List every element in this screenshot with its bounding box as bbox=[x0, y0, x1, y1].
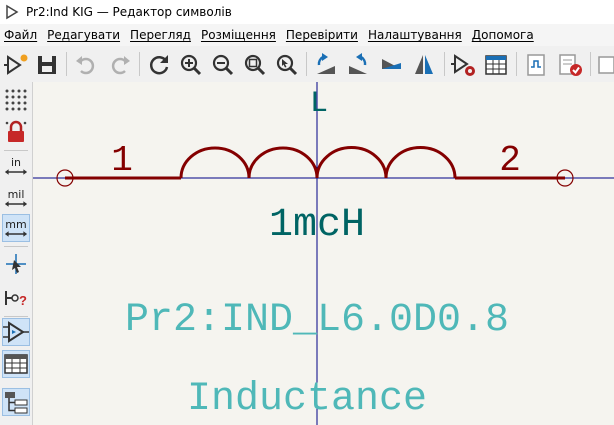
preview-icon[interactable] bbox=[522, 51, 550, 79]
hierarchy-icon[interactable] bbox=[2, 388, 30, 416]
menu-help[interactable]: Допомога bbox=[472, 28, 534, 42]
symbol-canvas[interactable]: 1 2 L 1mcH Pr2:IND_L6.0D0.8 Inductance bbox=[33, 82, 614, 425]
table-icon[interactable] bbox=[2, 350, 30, 378]
symbol-properties-icon[interactable] bbox=[450, 51, 478, 79]
undo-icon[interactable] bbox=[72, 51, 100, 79]
menu-bar: Файл Редагувати Перегляд Розміщення Пере… bbox=[0, 24, 614, 46]
footprint-field: Pr2:IND_L6.0D0.8 bbox=[125, 298, 509, 343]
menu-preferences[interactable]: Налаштування bbox=[368, 28, 462, 42]
canvas-drawing: 1 2 L 1mcH Pr2:IND_L6.0D0.8 Inductance bbox=[33, 82, 614, 425]
zoom-in-icon[interactable] bbox=[177, 51, 205, 79]
description-field: Inductance bbox=[187, 377, 427, 422]
units-mm-icon[interactable]: mm bbox=[2, 214, 30, 242]
save-icon[interactable] bbox=[33, 51, 61, 79]
redo-icon[interactable] bbox=[106, 51, 134, 79]
window-title: Pr2:Ind KIG — Редактор символів bbox=[26, 5, 232, 19]
new-symbol-icon[interactable] bbox=[3, 51, 31, 79]
refresh-icon[interactable] bbox=[145, 51, 173, 79]
show-electrical-icon[interactable] bbox=[2, 318, 30, 346]
cursor-icon[interactable] bbox=[2, 250, 30, 278]
menu-place[interactable]: Розміщення bbox=[201, 28, 276, 42]
reference-field: L bbox=[310, 87, 328, 121]
units-inch-label: in bbox=[10, 155, 22, 169]
app-icon bbox=[6, 4, 19, 20]
units-inch-icon[interactable]: in bbox=[2, 152, 30, 180]
inductor-coil bbox=[179, 146, 457, 179]
lock-icon[interactable] bbox=[2, 118, 30, 146]
pin-1-number: 1 bbox=[111, 140, 133, 181]
rotate-ccw-icon[interactable] bbox=[312, 51, 340, 79]
mirror-h-icon[interactable] bbox=[378, 51, 406, 79]
value-field: 1mcH bbox=[269, 203, 365, 248]
menu-file[interactable]: Файл bbox=[4, 28, 37, 42]
menu-view[interactable]: Перегляд bbox=[130, 28, 191, 42]
svg-text:?: ? bbox=[19, 293, 27, 308]
units-mil-icon[interactable]: mil bbox=[2, 184, 30, 212]
pin-table-icon[interactable] bbox=[482, 51, 510, 79]
units-mm-label: mm bbox=[5, 217, 27, 231]
units-mil-label: mil bbox=[7, 187, 25, 201]
mirror-v-icon[interactable] bbox=[410, 51, 438, 79]
menu-edit[interactable]: Редагувати bbox=[47, 28, 120, 42]
unit-select-icon[interactable] bbox=[596, 51, 614, 79]
left-toolbar: in mil mm ? bbox=[0, 82, 33, 425]
menu-inspect[interactable]: Перевірити bbox=[286, 28, 358, 42]
zoom-fit-icon[interactable] bbox=[241, 51, 269, 79]
rotate-cw-icon[interactable] bbox=[344, 51, 372, 79]
pin-type-icon[interactable]: ? bbox=[2, 284, 30, 312]
main-toolbar bbox=[0, 46, 614, 83]
pin-2-number: 2 bbox=[499, 140, 521, 181]
check-symbol-icon[interactable] bbox=[556, 51, 584, 79]
title-bar: Pr2:Ind KIG — Редактор символів bbox=[0, 0, 614, 24]
zoom-out-icon[interactable] bbox=[209, 51, 237, 79]
grid-icon[interactable] bbox=[2, 86, 30, 114]
zoom-selection-icon[interactable] bbox=[273, 51, 301, 79]
